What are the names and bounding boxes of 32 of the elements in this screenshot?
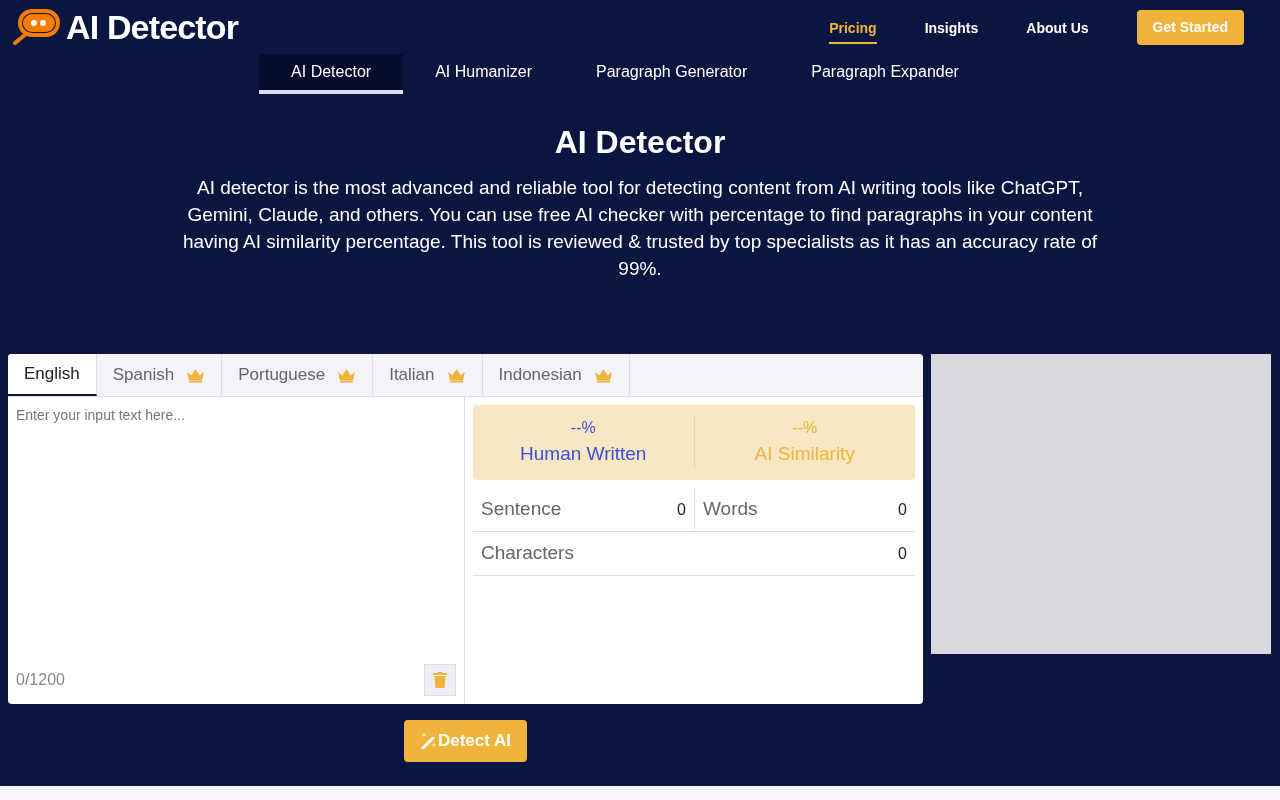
stat-value: 0 [898,543,907,564]
score-value: --% [570,418,596,439]
character-counter: 0/1200 [16,670,65,690]
tool-tab[interactable]: Paragraph Expander [779,54,991,94]
stat-label: Words [703,497,758,522]
score-value: --% [792,418,818,439]
delete-button[interactable] [424,664,456,696]
page-title: AI Detector [553,123,727,162]
trash-icon [433,672,447,688]
tool-tab[interactable]: AI Humanizer [403,54,565,94]
language-tab[interactable]: English [8,354,97,396]
language-tab[interactable]: Spanish [96,354,223,396]
magic-wand-icon [419,732,438,750]
nav-link[interactable]: About Us [1026,18,1089,44]
description: AI detector is the most advanced and reliable tool for detecting content from AI writing tools like ChatGPT, Gemini, Claude, and others. You can use free AI checker with percentage to find paragraphs in your content having AI similarity percentage. This tool is reviewed & trusted by top specialists as it has an accuracy rate of 99%. [181,176,1099,281]
stat-value: 0 [677,499,686,520]
language-tab[interactable]: Italian [373,354,483,396]
nav-link[interactable]: Insights [924,18,979,44]
logo-text: AI Detector [66,6,239,48]
score-label: AI Similarity [754,442,855,467]
language-tab[interactable]: Indonesian [482,354,630,396]
nav-link[interactable]: Pricing [829,18,877,44]
tool-tab[interactable]: Paragraph Generator [564,54,780,94]
magnifier-logo-icon [12,9,62,45]
language-tab[interactable]: Portuguese [222,354,374,396]
stat-label: Sentence [481,497,562,522]
tool-tab[interactable]: AI Detector [259,54,404,94]
stat-value: 0 [898,499,907,520]
text-input-area[interactable]: Enter your input text here... 0/1200 [8,397,465,704]
input-field[interactable]: Enter your input text here... [16,405,456,664]
score-label: Human Written [520,442,647,467]
stat-label: Characters [481,541,574,566]
